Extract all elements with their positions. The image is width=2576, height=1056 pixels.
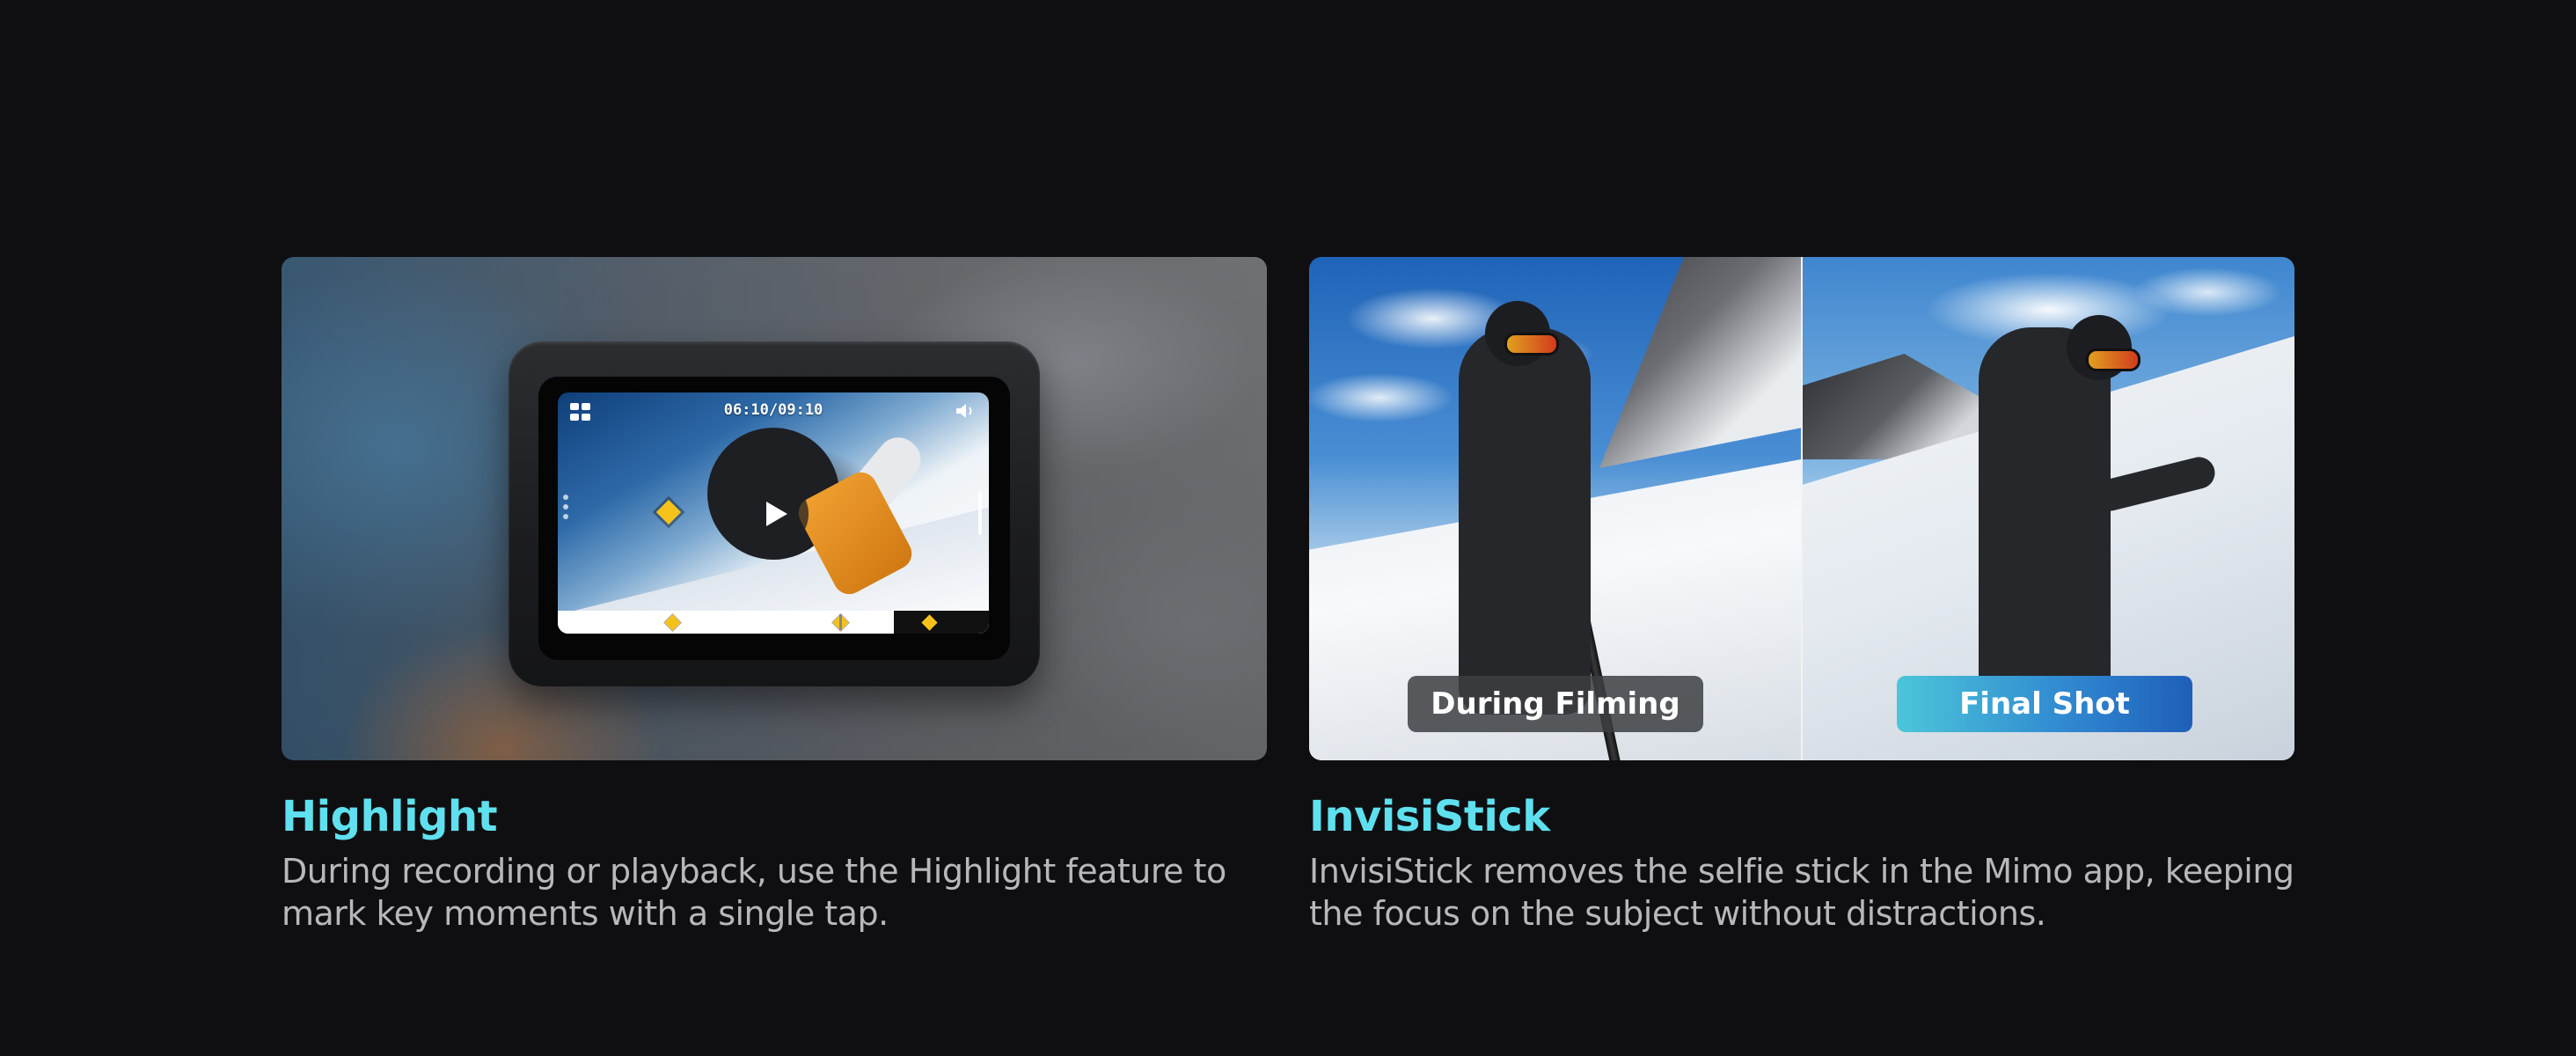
play-icon (766, 502, 787, 526)
during-filming-panel: During Filming (1309, 257, 1801, 760)
camera-bezel: 06:10/09:10 (538, 377, 1010, 660)
feature-title: Highlight (282, 792, 498, 841)
feature-description: InvisiStick removes the selfie stick in … (1309, 852, 2294, 933)
final-shot-badge: Final Shot (1897, 676, 2192, 732)
feature-card-invisistick: During Filming Final Shot InvisiStick In… (1309, 257, 2294, 935)
scroll-indicator (978, 491, 982, 535)
action-camera: 06:10/09:10 (509, 341, 1040, 686)
volume-icon[interactable] (954, 401, 978, 421)
goggles-image (2086, 348, 2141, 371)
highlight-marker-icon[interactable] (655, 499, 682, 525)
timeline-highlight-marker[interactable] (664, 614, 681, 631)
highlight-media: 06:10/09:10 (282, 257, 1267, 760)
snowboarder-image (1979, 327, 2111, 715)
playback-timeline[interactable] (558, 611, 989, 634)
snowboarder-image (1459, 327, 1591, 715)
page: 06:10/09:10 Highlight During recording o… (0, 0, 2576, 1056)
feature-description: During recording or playback, use the Hi… (282, 852, 1226, 933)
playback-time: 06:10/09:10 (723, 401, 823, 419)
invisistick-media: During Filming Final Shot (1309, 257, 2294, 760)
feature-title: InvisiStick (1309, 792, 1550, 841)
timeline-playhead[interactable] (839, 614, 842, 630)
side-dots-indicator (563, 495, 570, 524)
goggles-image (1504, 333, 1559, 356)
timeline-highlight-marker[interactable] (921, 614, 938, 631)
final-shot-panel: Final Shot (1803, 257, 2294, 760)
play-button[interactable] (738, 479, 809, 549)
during-filming-badge: During Filming (1408, 676, 1703, 732)
camera-screen: 06:10/09:10 (558, 392, 989, 634)
feature-card-highlight: 06:10/09:10 Highlight During recording o… (282, 257, 1267, 935)
